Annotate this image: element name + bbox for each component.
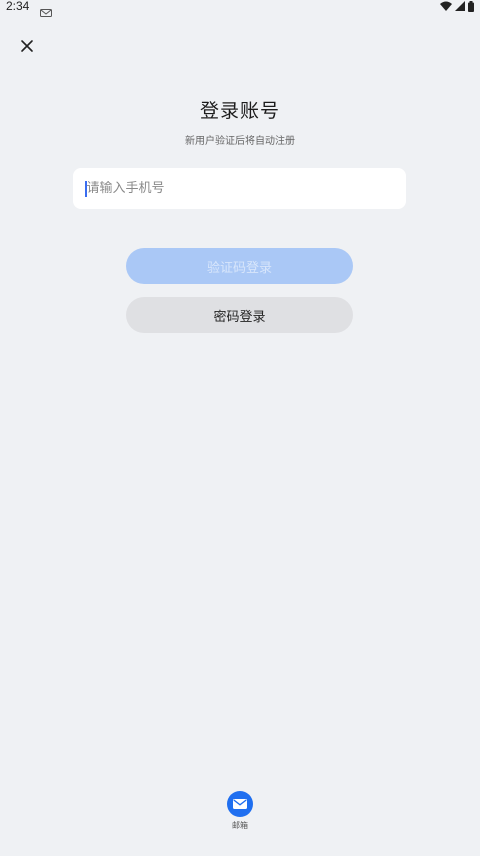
email-login-entry[interactable]: 邮箱 xyxy=(216,791,264,831)
phone-input-container[interactable] xyxy=(73,168,406,209)
notification-icon xyxy=(40,2,52,17)
mail-icon[interactable] xyxy=(227,791,253,817)
code-login-button[interactable]: 验证码登录 xyxy=(126,248,353,284)
battery-icon xyxy=(468,0,474,12)
page-title: 登录账号 xyxy=(199,100,280,122)
close-icon xyxy=(20,38,34,57)
status-bar: 2:34 xyxy=(0,0,480,17)
password-login-button[interactable]: 密码登录 xyxy=(126,297,353,333)
login-screen: 2:34 登录账号 新用户验证后将自动注册 请输入手机号 验证码登录 密码登录 … xyxy=(0,0,480,856)
email-label: 邮箱 xyxy=(232,821,248,830)
wifi-icon xyxy=(440,1,452,11)
close-button[interactable] xyxy=(14,34,40,60)
status-indicators xyxy=(440,0,474,12)
status-time: 2:34 xyxy=(6,0,30,13)
page-subtitle: 新用户验证后将自动注册 xyxy=(185,136,295,147)
phone-number-input[interactable] xyxy=(86,181,387,196)
signal-icon xyxy=(455,1,465,11)
